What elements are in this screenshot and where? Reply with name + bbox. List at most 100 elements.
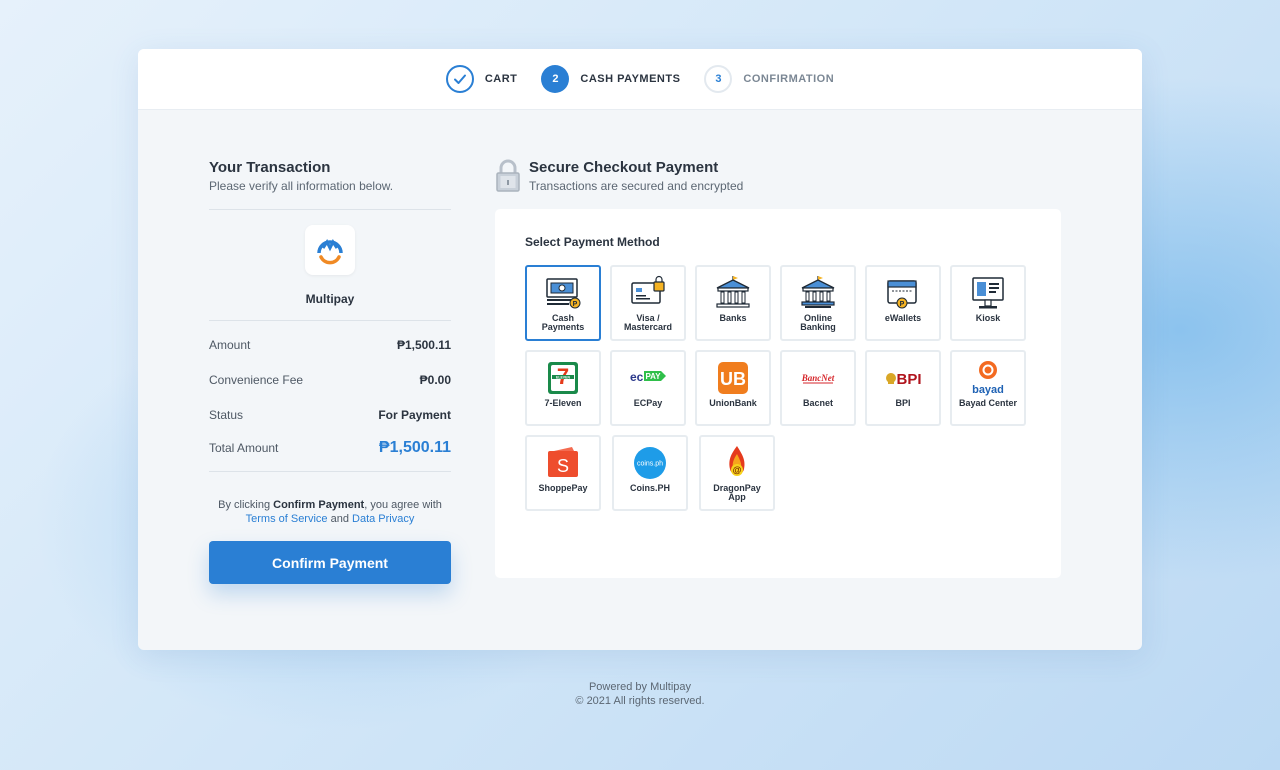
ecpay-logo: ec PAY	[630, 370, 666, 384]
online-bank-icon	[801, 276, 835, 308]
unionbank-logo: UB	[718, 362, 748, 394]
method-bacnet[interactable]: BancNet Bacnet	[780, 350, 856, 426]
bank-icon	[716, 276, 750, 308]
svg-text:BancNet: BancNet	[801, 373, 835, 383]
card-icon	[631, 275, 665, 304]
agreement-prefix: By clicking	[218, 499, 274, 511]
wallet-icon: P	[887, 280, 917, 309]
method-label: Banks	[719, 313, 747, 323]
status-label: Status	[209, 408, 244, 422]
svg-text:UB: UB	[720, 369, 746, 389]
svg-text:bayad: bayad	[972, 384, 1004, 396]
shopeepay-logo: S	[548, 447, 578, 477]
powered-by: Powered by Multipay	[588, 681, 692, 693]
method-label: BPI	[895, 398, 911, 408]
multipay-logo	[305, 225, 355, 275]
step-number: 3	[704, 65, 733, 93]
method-online-banking[interactable]: Online Banking	[780, 265, 856, 341]
confirm-payment-button[interactable]: Confirm Payment	[209, 541, 451, 584]
status-value: For Payment	[378, 408, 451, 422]
svg-text:BPI: BPI	[896, 371, 921, 388]
total-label: Total Amount	[209, 441, 279, 455]
page-footer: Powered by Multipay © 2021 All rights re…	[0, 680, 1280, 708]
step-cash-payments: 2 CASH PAYMENTS	[541, 65, 680, 93]
method-label: Bayad Center	[958, 398, 1018, 408]
merchant-name: Multipay	[305, 292, 355, 306]
step-label: CASH PAYMENTS	[580, 73, 681, 85]
method-label: Coins.PH	[629, 483, 670, 493]
method-label: ECPay	[633, 398, 663, 408]
agreement-action: Confirm Payment	[273, 499, 365, 511]
svg-text:P: P	[573, 301, 578, 308]
bayad-logo: bayad	[972, 361, 1004, 396]
method-label: Bacnet	[802, 398, 833, 408]
secure-header: Secure Checkout Payment Transactions are…	[495, 159, 1061, 193]
method-bayad-center[interactable]: bayad Bayad Center	[950, 350, 1026, 426]
step-number: 2	[541, 65, 570, 93]
amount-row: Amount ₱1,500.11	[209, 338, 451, 352]
divider	[209, 320, 451, 321]
payment-method-grid: P Cash Payments Visa / Mastercard Banks …	[525, 265, 1031, 511]
method-label: Online Banking	[800, 313, 836, 332]
privacy-link[interactable]: Data Privacy	[352, 513, 414, 525]
step-confirmation: 3 CONFIRMATION	[704, 65, 834, 93]
method-unionbank[interactable]: UB UnionBank	[695, 350, 771, 426]
method-coinsph[interactable]: coins.ph Coins.PH	[612, 435, 688, 511]
step-label: CONFIRMATION	[743, 73, 835, 85]
svg-text:ec: ec	[630, 370, 644, 384]
method-visa-mastercard[interactable]: Visa / Mastercard	[610, 265, 686, 341]
method-label: Kiosk	[975, 313, 1001, 323]
progress-stepper: CART 2 CASH PAYMENTS 3 CONFIRMATION	[138, 49, 1142, 110]
transaction-title: Your Transaction	[209, 159, 331, 176]
svg-text:PAY: PAY	[645, 372, 661, 381]
agreement-middle: , you agree with	[364, 499, 442, 511]
method-label: eWallets	[884, 313, 922, 323]
bancnet-logo: BancNet	[801, 373, 835, 384]
method-cash-payments[interactable]: P Cash Payments	[525, 265, 601, 341]
status-row: Status For Payment	[209, 408, 451, 422]
method-kiosk[interactable]: Kiosk	[950, 265, 1026, 341]
method-label: Cash Payments	[541, 313, 585, 332]
agreement-and: and	[327, 513, 353, 525]
lock-icon	[496, 159, 520, 192]
method-7-eleven[interactable]: 7 ELEVEN 7-Eleven	[525, 350, 601, 426]
method-bpi[interactable]: BPI BPI	[865, 350, 941, 426]
transaction-subtitle: Please verify all information below.	[209, 179, 394, 193]
svg-text:S: S	[557, 456, 569, 476]
svg-text:coins.ph: coins.ph	[637, 461, 663, 468]
payment-section: Secure Checkout Payment Transactions are…	[495, 159, 1061, 578]
method-shoppepay[interactable]: S ShoppePay	[525, 435, 601, 511]
method-ecpay[interactable]: ec PAY ECPay	[610, 350, 686, 426]
kiosk-icon	[972, 277, 1004, 309]
secure-title: Secure Checkout Payment	[529, 159, 719, 176]
fee-row: Convenience Fee ₱0.00	[209, 373, 451, 387]
fee-value: ₱0.00	[419, 373, 451, 387]
check-icon	[445, 65, 474, 93]
method-label: Visa / Mastercard	[623, 313, 673, 332]
svg-text:P: P	[900, 301, 905, 308]
method-dragonpay[interactable]: @ DragonPay App	[699, 435, 775, 511]
dragonpay-logo: @	[729, 446, 745, 476]
step-cart: CART	[445, 65, 518, 93]
method-label: UnionBank	[709, 398, 757, 408]
checkout-card: CART 2 CASH PAYMENTS 3 CONFIRMATION Your…	[138, 49, 1142, 650]
bpi-logo: BPI	[886, 371, 922, 388]
cash-icon: P	[546, 278, 581, 309]
payment-method-panel: Select Payment Method P Cash Payments Vi…	[495, 209, 1061, 578]
fee-label: Convenience Fee	[209, 373, 304, 387]
total-row: Total Amount ₱1,500.11	[209, 439, 451, 457]
transaction-summary: Your Transaction Please verify all infor…	[209, 159, 451, 584]
merchant-block: Multipay	[209, 210, 451, 306]
method-label: 7-Eleven	[544, 398, 582, 408]
total-value: ₱1,500.11	[378, 439, 451, 456]
coinsph-logo: coins.ph	[634, 447, 666, 479]
terms-link[interactable]: Terms of Service	[246, 513, 328, 525]
seven-eleven-logo: 7 ELEVEN	[548, 362, 578, 394]
method-banks[interactable]: Banks	[695, 265, 771, 341]
step-label: CART	[484, 73, 518, 85]
method-ewallets[interactable]: P eWallets	[865, 265, 941, 341]
svg-text:ELEVEN: ELEVEN	[556, 375, 570, 379]
copyright: © 2021 All rights reserved.	[575, 695, 705, 707]
agreement-text: By clicking Confirm Payment, you agree w…	[209, 498, 451, 526]
svg-text:@: @	[733, 465, 742, 475]
